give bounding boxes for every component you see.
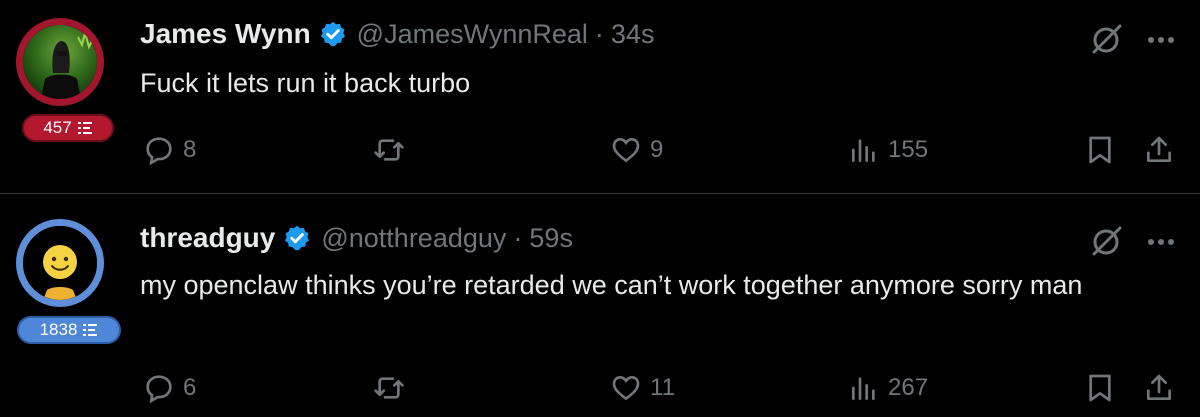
- views-button[interactable]: 267: [848, 372, 928, 404]
- handle[interactable]: @JamesWynnReal: [357, 19, 588, 50]
- bookmark-button[interactable]: [1084, 372, 1116, 404]
- timestamp[interactable]: 59s: [529, 223, 573, 254]
- post-text: my openclaw thinks you’re retarded we ca…: [140, 270, 1083, 300]
- views-icon: [852, 377, 875, 400]
- views-count: 267: [888, 374, 929, 401]
- repost-icon: [374, 377, 404, 399]
- like-count: 9: [650, 136, 664, 163]
- like-button[interactable]: 11: [610, 372, 675, 404]
- post-header: threadguy @notthreadguy · 59s: [140, 222, 573, 254]
- rank-badge[interactable]: 457: [22, 114, 114, 142]
- grok-icon[interactable]: [1088, 22, 1124, 58]
- like-icon: [612, 375, 640, 401]
- share-button[interactable]: [1143, 372, 1175, 404]
- views-button[interactable]: 155: [848, 134, 928, 166]
- repost-button[interactable]: [373, 134, 405, 166]
- separator: ·: [513, 222, 523, 253]
- handle[interactable]: @notthreadguy: [321, 223, 506, 254]
- leaderboard-icon: [77, 122, 92, 134]
- avatar[interactable]: [16, 18, 104, 106]
- timestamp[interactable]: 34s: [611, 19, 655, 50]
- reply-icon: [146, 137, 172, 166]
- verified-badge-icon: [285, 225, 310, 251]
- reply-button[interactable]: 8: [143, 134, 196, 166]
- like-icon: [612, 137, 640, 163]
- share-icon: [1147, 136, 1171, 162]
- share-icon: [1147, 374, 1171, 400]
- post-header: James Wynn @JamesWynnReal · 34s: [140, 18, 654, 50]
- bookmark-button[interactable]: [1084, 134, 1116, 166]
- reply-icon: [146, 375, 172, 404]
- post-text: Fuck it lets run it back turbo: [140, 68, 471, 98]
- bookmark-icon: [1089, 374, 1111, 402]
- share-button[interactable]: [1143, 134, 1175, 166]
- rank-badge-value: 1838: [39, 320, 78, 339]
- reply-count: 8: [183, 136, 197, 163]
- avatar[interactable]: [16, 219, 104, 307]
- leaderboard-icon: [83, 324, 98, 336]
- rank-badge-value: 457: [43, 118, 72, 137]
- separator: ·: [594, 18, 604, 49]
- like-button[interactable]: 9: [610, 134, 663, 166]
- reply-count: 6: [183, 374, 197, 401]
- views-count: 155: [888, 136, 929, 163]
- more-icon[interactable]: [1146, 35, 1176, 45]
- post[interactable]: 457 James Wynn @JamesWynnReal · 34s Fuck…: [0, 0, 1200, 193]
- repost-button[interactable]: [373, 372, 405, 404]
- bookmark-icon: [1089, 136, 1111, 164]
- display-name[interactable]: James Wynn: [140, 18, 311, 50]
- like-count: 11: [650, 374, 675, 401]
- post[interactable]: 1838 threadguy @notthreadguy · 59s my op…: [0, 194, 1200, 417]
- more-icon[interactable]: [1146, 237, 1176, 247]
- repost-icon: [374, 139, 404, 161]
- display-name[interactable]: threadguy: [140, 222, 275, 254]
- reply-button[interactable]: 6: [143, 372, 196, 404]
- rank-badge[interactable]: 1838: [17, 316, 121, 344]
- grok-icon[interactable]: [1088, 224, 1124, 260]
- verified-badge-icon: [320, 21, 345, 47]
- views-icon: [852, 139, 875, 162]
